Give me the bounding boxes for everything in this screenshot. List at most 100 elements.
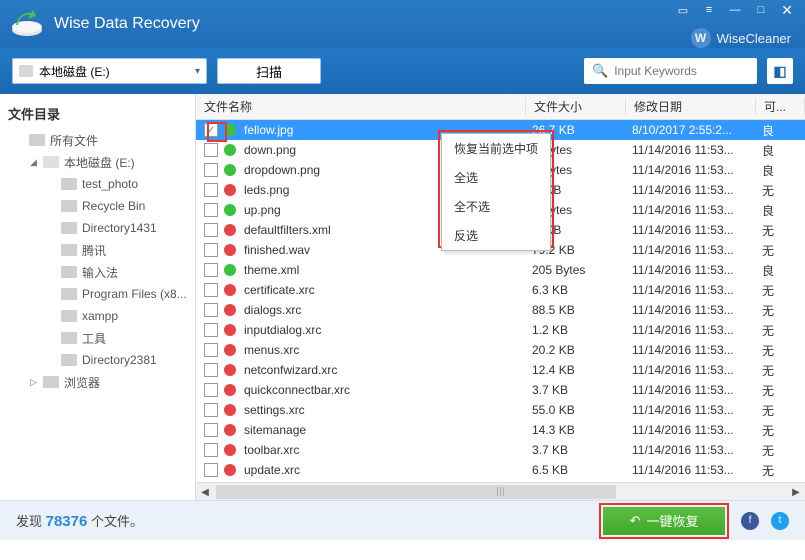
drive-icon (19, 65, 33, 77)
table-row[interactable]: menus.xrc20.2 KB11/14/2016 11:53...无 (196, 340, 805, 360)
col-date[interactable]: 修改日期 (626, 98, 756, 115)
tree-expand-icon: ◢ (30, 157, 38, 168)
tree-item[interactable]: ◢本地磁盘 (E:) (0, 151, 195, 173)
col-name[interactable]: 文件名称 (196, 98, 526, 115)
menu-icon[interactable]: ≡ (697, 2, 721, 18)
search-box[interactable]: 🔍 (584, 58, 757, 84)
tree-item-label: test_photo (82, 177, 138, 191)
row-checkbox[interactable] (204, 283, 218, 297)
tree-item[interactable]: 工具 (0, 327, 195, 349)
row-checkbox[interactable] (204, 463, 218, 477)
context-menu-item[interactable]: 反选 (442, 221, 550, 250)
file-size: 12.4 KB (532, 363, 632, 377)
row-checkbox[interactable] (204, 343, 218, 357)
file-date: 11/14/2016 11:53... (632, 383, 762, 397)
row-checkbox[interactable] (204, 183, 218, 197)
file-name: toolbar.xrc (244, 443, 532, 457)
scroll-thumb[interactable] (216, 485, 616, 499)
row-checkbox[interactable] (204, 203, 218, 217)
row-checkbox[interactable] (204, 423, 218, 437)
brand-label: WiseCleaner (717, 31, 791, 46)
tree-item[interactable]: Directory1431 (0, 217, 195, 239)
tree-item[interactable]: test_photo (0, 173, 195, 195)
folder-icon (29, 134, 45, 146)
row-checkbox[interactable] (204, 323, 218, 337)
facebook-button[interactable]: f (741, 512, 759, 530)
file-recoverable: 无 (762, 322, 805, 339)
context-menu-item[interactable]: 恢复当前选中项 (442, 134, 550, 163)
row-checkbox[interactable] (204, 163, 218, 177)
file-date: 11/14/2016 11:53... (632, 303, 762, 317)
col-size[interactable]: 文件大小 (526, 98, 626, 115)
table-row[interactable]: sitemanage14.3 KB11/14/2016 11:53...无 (196, 420, 805, 440)
row-checkbox[interactable]: ✓ (204, 123, 218, 137)
tree-item[interactable]: 所有文件 (0, 129, 195, 151)
row-checkbox[interactable] (204, 383, 218, 397)
file-date: 11/14/2016 11:53... (632, 203, 762, 217)
table-row[interactable]: update.xrc6.5 KB11/14/2016 11:53...无 (196, 460, 805, 480)
status-dot-icon (224, 244, 236, 256)
row-checkbox[interactable] (204, 223, 218, 237)
scroll-left-icon[interactable]: ◀ (196, 483, 214, 501)
tree-item[interactable]: 腾讯 (0, 239, 195, 261)
minimize-button[interactable]: — (723, 2, 747, 18)
file-size: 55.0 KB (532, 403, 632, 417)
recover-button[interactable]: ↶ 一键恢复 (603, 507, 725, 535)
file-date: 8/10/2017 2:55:2... (632, 123, 762, 137)
drive-label: 本地磁盘 (E:) (39, 63, 110, 80)
search-input[interactable] (614, 64, 769, 78)
close-button[interactable]: ✕ (775, 2, 799, 18)
scroll-right-icon[interactable]: ▶ (787, 483, 805, 501)
table-row[interactable]: inputdialog.xrc1.2 KB11/14/2016 11:53...… (196, 320, 805, 340)
row-checkbox[interactable] (204, 443, 218, 457)
tree-item[interactable]: xampp (0, 305, 195, 327)
table-row[interactable]: netconfwizard.xrc12.4 KB11/14/2016 11:53… (196, 360, 805, 380)
sidebar: 文件目录 所有文件◢本地磁盘 (E:)test_photoRecycle Bin… (0, 94, 196, 500)
file-size: 205 Bytes (532, 263, 632, 277)
tree-item[interactable]: ▷浏览器 (0, 371, 195, 393)
file-date: 11/14/2016 11:53... (632, 183, 762, 197)
scan-button[interactable]: 扫描 (217, 58, 321, 84)
drive-select[interactable]: 本地磁盘 (E:) ▾ (12, 58, 207, 84)
tree-item[interactable]: 输入法 (0, 261, 195, 283)
twitter-button[interactable]: t (771, 512, 789, 530)
context-menu-item[interactable]: 全选 (442, 163, 550, 192)
row-checkbox[interactable] (204, 303, 218, 317)
file-date: 11/14/2016 11:53... (632, 443, 762, 457)
table-row[interactable]: certificate.xrc6.3 KB11/14/2016 11:53...… (196, 280, 805, 300)
status-text: 发现 78376 个文件。 (16, 511, 143, 530)
table-row[interactable]: dialogs.xrc88.5 KB11/14/2016 11:53...无 (196, 300, 805, 320)
statusbar: 发现 78376 个文件。 ↶ 一键恢复 f t (0, 500, 805, 540)
tree-item-label: Directory1431 (82, 221, 157, 235)
tree-item-label: Program Files (x8... (82, 287, 187, 301)
row-checkbox[interactable] (204, 403, 218, 417)
folder-icon (61, 310, 77, 322)
folder-icon (61, 354, 77, 366)
table-row[interactable]: settings.xrc55.0 KB11/14/2016 11:53...无 (196, 400, 805, 420)
panel-toggle-button[interactable]: ◧ (767, 58, 793, 84)
table-row[interactable]: quickconnectbar.xrc3.7 KB11/14/2016 11:5… (196, 380, 805, 400)
horizontal-scrollbar[interactable]: ◀ ▶ (196, 482, 805, 500)
file-date: 11/14/2016 11:53... (632, 403, 762, 417)
tree-item[interactable]: Recycle Bin (0, 195, 195, 217)
folder-icon (61, 244, 77, 256)
row-checkbox[interactable] (204, 143, 218, 157)
row-checkbox[interactable] (204, 243, 218, 257)
maximize-button[interactable]: □ (749, 2, 773, 18)
table-row[interactable]: theme.xml205 Bytes11/14/2016 11:53...良 (196, 260, 805, 280)
file-date: 11/14/2016 11:53... (632, 283, 762, 297)
table-row[interactable]: toolbar.xrc3.7 KB11/14/2016 11:53...无 (196, 440, 805, 460)
folder-icon (61, 266, 77, 278)
tree-item[interactable]: Directory2381 (0, 349, 195, 371)
tree-item[interactable]: Program Files (x8... (0, 283, 195, 305)
chat-icon[interactable]: ▭ (671, 2, 695, 18)
row-checkbox[interactable] (204, 363, 218, 377)
status-dot-icon (224, 444, 236, 456)
folder-icon (61, 200, 77, 212)
status-dot-icon (224, 124, 236, 136)
brand[interactable]: W WiseCleaner (691, 28, 791, 48)
col-recoverable[interactable]: 可... (756, 98, 805, 115)
file-date: 11/14/2016 11:53... (632, 343, 762, 357)
row-checkbox[interactable] (204, 263, 218, 277)
context-menu-item[interactable]: 全不选 (442, 192, 550, 221)
